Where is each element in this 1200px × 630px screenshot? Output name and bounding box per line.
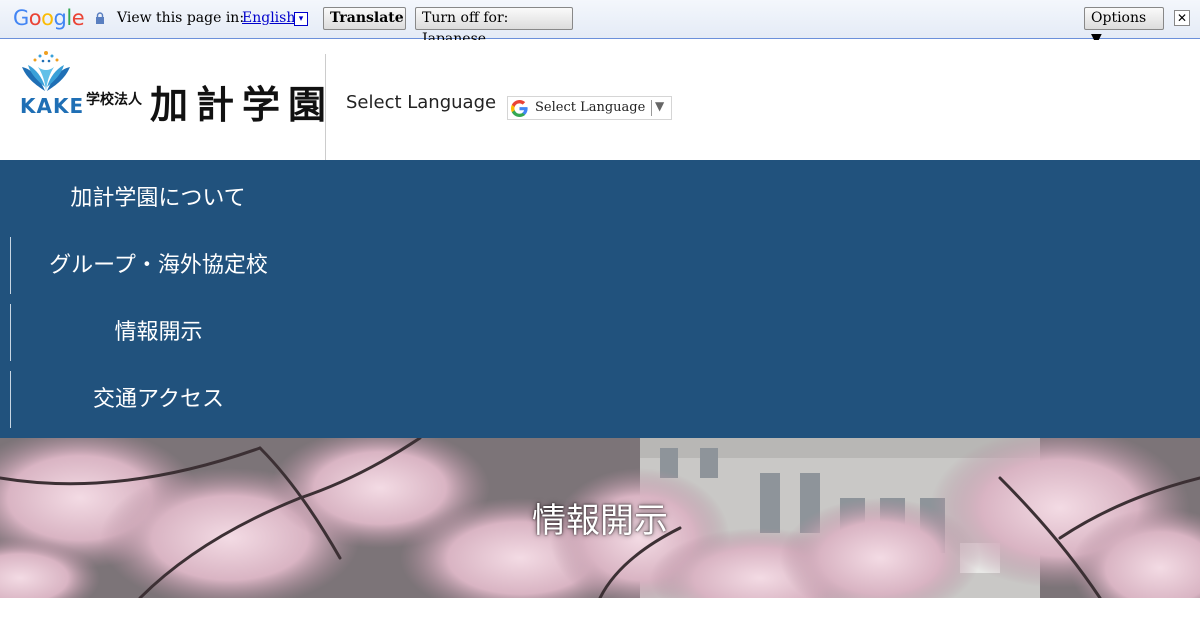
dropdown-separator — [651, 100, 652, 116]
view-page-in-text: View this page in: — [117, 10, 245, 26]
site-header: KAKE 学校法人 加計学園 Select Language Select La… — [0, 40, 1200, 160]
close-icon[interactable]: ✕ — [1174, 10, 1190, 26]
logo-kake-text: KAKE — [20, 94, 85, 118]
chevron-down-icon: ▼ — [655, 99, 665, 113]
google-g-icon — [511, 100, 528, 117]
turn-off-translation-button[interactable]: Turn off for: Japanese — [415, 7, 573, 47]
nav-item-information-disclosure[interactable]: 情報開示 — [10, 304, 306, 361]
header-divider — [325, 54, 326, 160]
select-language-label: Select Language — [346, 92, 497, 113]
hero-banner: 情報開示 — [0, 438, 1200, 598]
language-select[interactable]: Select Language ▼ — [507, 96, 672, 120]
lock-icon — [96, 12, 104, 24]
nav-item-group-partner-schools[interactable]: グループ・海外協定校 — [10, 237, 306, 294]
page-content-area — [0, 598, 1200, 630]
google-translate-bar: Google View this page in: English ▾ Tran… — [0, 0, 1200, 47]
school-name-logo[interactable]: 加計学園 — [150, 74, 334, 129]
page-title: 情報開示 — [532, 501, 668, 541]
google-logo: Google — [13, 6, 85, 30]
language-select-value: Select Language — [535, 100, 646, 115]
nav-item-access[interactable]: 交通アクセス — [10, 371, 306, 428]
chevron-down-icon[interactable]: ▾ — [294, 12, 308, 26]
school-type-label: 学校法人 — [86, 92, 142, 108]
translate-button[interactable]: Translate — [323, 7, 406, 30]
nav-item-about[interactable]: 加計学園について — [10, 170, 306, 227]
target-language-link[interactable]: English — [242, 10, 295, 26]
main-navigation: 加計学園について グループ・海外協定校 情報開示 交通アクセス — [0, 160, 1200, 438]
options-button[interactable]: Options ▼ — [1084, 7, 1164, 47]
